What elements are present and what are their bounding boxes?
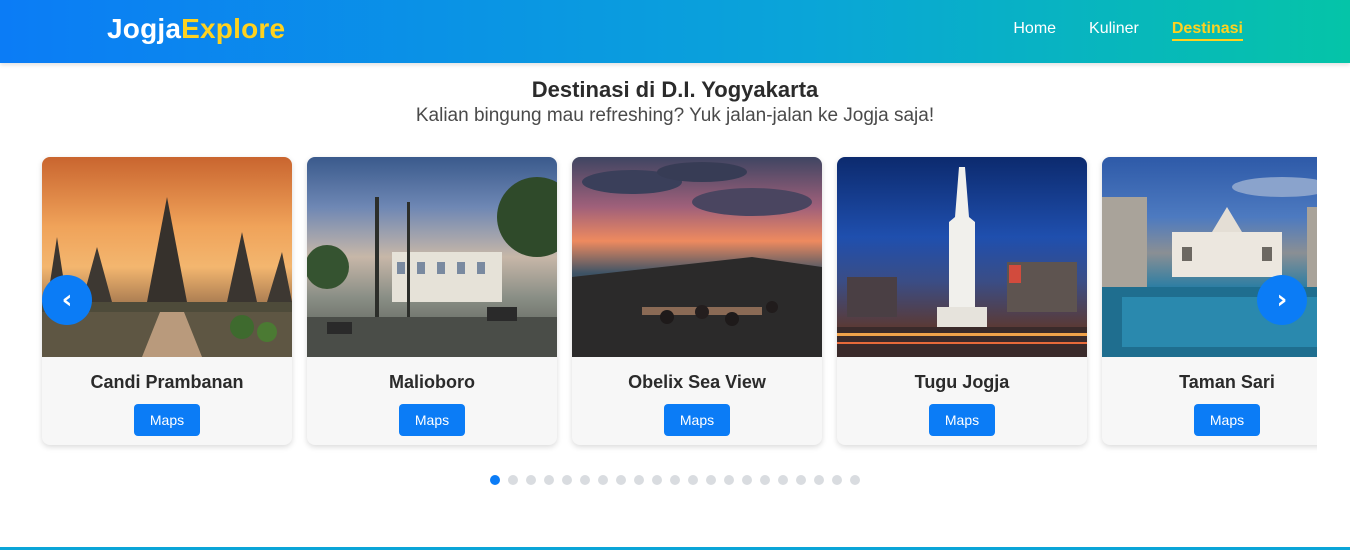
chevron-left-icon: ‹ bbox=[61, 285, 73, 315]
pagination-dot[interactable] bbox=[814, 475, 824, 485]
maps-button[interactable]: Maps bbox=[929, 404, 995, 436]
pagination-dot[interactable] bbox=[670, 475, 680, 485]
pagination-dot[interactable] bbox=[508, 475, 518, 485]
card-title: Malioboro bbox=[389, 372, 475, 392]
malioboro-image bbox=[307, 157, 557, 357]
pagination-dot[interactable] bbox=[616, 475, 626, 485]
card-title: Taman Sari bbox=[1179, 372, 1275, 392]
maps-button[interactable]: Maps bbox=[664, 404, 730, 436]
tugu-image bbox=[837, 157, 1087, 357]
destination-card: Malioboro Maps bbox=[307, 157, 557, 445]
pagination-dot[interactable] bbox=[706, 475, 716, 485]
carousel-prev-button[interactable]: ‹ bbox=[42, 275, 92, 325]
carousel-pagination bbox=[490, 475, 860, 485]
pagination-dot[interactable] bbox=[760, 475, 770, 485]
pagination-dot[interactable] bbox=[562, 475, 572, 485]
nav-home[interactable]: Home bbox=[1013, 20, 1056, 41]
nav-destinasi[interactable]: Destinasi bbox=[1171, 20, 1243, 41]
pagination-dot[interactable] bbox=[580, 475, 590, 485]
pagination-dot[interactable] bbox=[544, 475, 554, 485]
carousel-next-button[interactable]: › bbox=[1257, 275, 1307, 325]
pagination-dot[interactable] bbox=[634, 475, 644, 485]
carousel-track: Candi Prambanan Maps Malioboro Maps Obel… bbox=[42, 157, 1317, 445]
pagination-dot[interactable] bbox=[652, 475, 662, 485]
brand-part-2: Explore bbox=[181, 13, 286, 44]
card-title: Obelix Sea View bbox=[628, 372, 766, 392]
pagination-dot[interactable] bbox=[526, 475, 536, 485]
brand-part-1: Jogja bbox=[107, 13, 182, 44]
pagination-dot[interactable] bbox=[778, 475, 788, 485]
maps-button[interactable]: Maps bbox=[399, 404, 465, 436]
pagination-dot[interactable] bbox=[796, 475, 806, 485]
card-title: Candi Prambanan bbox=[90, 372, 244, 392]
section-title: Destinasi di D.I. Yogyakarta bbox=[531, 77, 819, 102]
maps-button[interactable]: Maps bbox=[1194, 404, 1260, 436]
section-heading: Destinasi di D.I. Yogyakarta Kalian bing… bbox=[0, 77, 1350, 127]
nav-kuliner[interactable]: Kuliner bbox=[1089, 20, 1139, 41]
obelix-image bbox=[572, 157, 822, 357]
tamansari-image bbox=[1102, 157, 1317, 357]
destination-card: Tugu Jogja Maps bbox=[837, 157, 1087, 445]
chevron-right-icon: › bbox=[1276, 285, 1288, 315]
pagination-dot[interactable] bbox=[490, 475, 500, 485]
prambanan-image bbox=[42, 157, 292, 357]
pagination-dot[interactable] bbox=[850, 475, 860, 485]
pagination-dot[interactable] bbox=[724, 475, 734, 485]
pagination-dot[interactable] bbox=[598, 475, 608, 485]
pagination-dot[interactable] bbox=[832, 475, 842, 485]
brand-logo[interactable]: JogjaExplore bbox=[107, 13, 285, 45]
card-title: Tugu Jogja bbox=[914, 372, 1010, 392]
destination-card: Obelix Sea View Maps bbox=[572, 157, 822, 445]
pagination-dot[interactable] bbox=[742, 475, 752, 485]
section-subtitle: Kalian bingung mau refreshing? Yuk jalan… bbox=[415, 105, 935, 126]
navbar: JogjaExplore Home Kuliner Destinasi bbox=[0, 0, 1350, 63]
pagination-dot[interactable] bbox=[688, 475, 698, 485]
maps-button[interactable]: Maps bbox=[134, 404, 200, 436]
destination-carousel: Candi Prambanan Maps Malioboro Maps Obel… bbox=[34, 150, 1317, 455]
nav-menu: Home Kuliner Destinasi bbox=[1013, 20, 1243, 41]
